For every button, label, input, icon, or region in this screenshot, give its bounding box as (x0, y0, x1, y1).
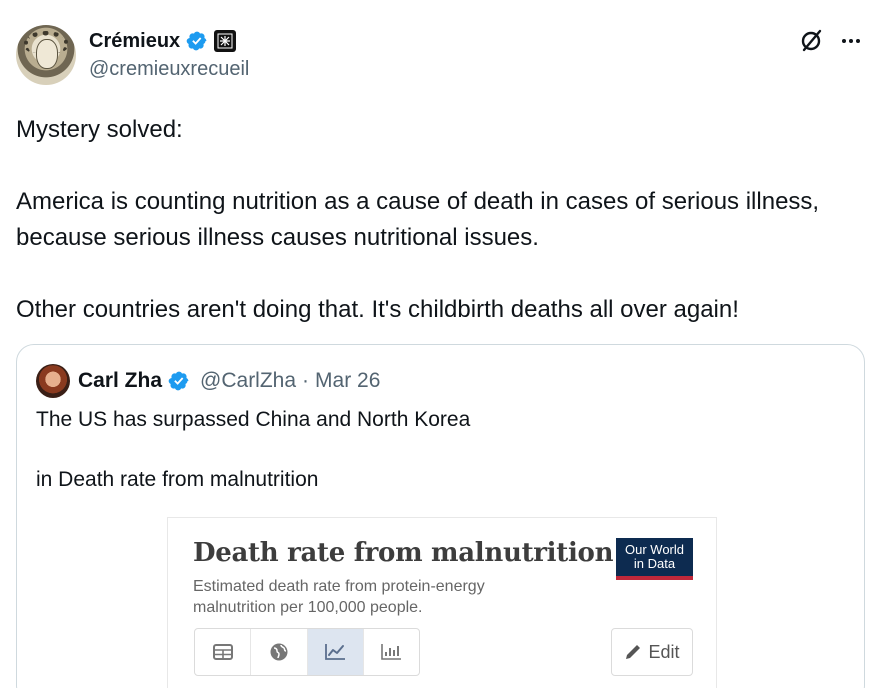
quote-text-line: in Death rate from malnutrition (36, 468, 319, 491)
verified-badge-icon (186, 31, 207, 51)
pencil-icon (626, 645, 641, 659)
tweet-text-line: America is counting nutrition as a cause… (16, 188, 820, 251)
tweet-text-line: Other countries aren't doing that. It's … (16, 296, 739, 323)
affiliate-badge-icon[interactable] (214, 30, 237, 52)
globe-icon (270, 643, 288, 661)
quote-author-name: Carl Zha (78, 369, 163, 392)
quote-author: Carl Zha @CarlZha · Mar 26 (78, 366, 380, 396)
tab-chart[interactable] (307, 629, 364, 675)
tweet-text-line: Mystery solved: (16, 116, 183, 143)
tab-table[interactable] (195, 629, 252, 675)
chart-subtitle: Estimated death rate from protein-energy… (193, 578, 485, 616)
chart-image[interactable]: Death rate from malnutrition Estimated d… (167, 517, 717, 688)
quote-avatar (36, 364, 70, 398)
tweet-author: Crémieux (89, 27, 237, 55)
tweet-text: Mystery solved: America is counting nutr… (16, 112, 856, 328)
chart-title: Death rate from malnutrition (193, 538, 614, 568)
table-icon (212, 644, 233, 660)
author-name[interactable]: Crémieux (89, 30, 180, 53)
edit-button[interactable]: Edit (611, 628, 693, 676)
author-handle[interactable]: @cremieuxrecueil (89, 58, 249, 81)
owid-logo: Our World in Data (616, 538, 693, 580)
separator-dot: · (302, 369, 310, 392)
verified-badge-icon (168, 371, 189, 391)
tweet-avatar[interactable] (16, 25, 76, 85)
chart-view-tabs (194, 628, 420, 676)
grok-icon[interactable] (798, 26, 826, 54)
tab-bar[interactable] (364, 629, 419, 675)
tab-map[interactable] (251, 629, 308, 675)
line-chart-icon (325, 644, 346, 660)
more-options-icon[interactable] (838, 28, 864, 54)
quote-date: Mar 26 (315, 369, 381, 392)
edit-label: Edit (648, 641, 680, 662)
quote-text-line: The US has surpassed China and North Kor… (36, 408, 471, 431)
quote-author-handle: @CarlZha (200, 369, 297, 392)
quote-text: The US has surpassed China and North Kor… (36, 405, 836, 495)
quoted-tweet[interactable]: Carl Zha @CarlZha · Mar 26 The US has su… (16, 344, 865, 688)
bar-chart-icon (381, 644, 402, 660)
